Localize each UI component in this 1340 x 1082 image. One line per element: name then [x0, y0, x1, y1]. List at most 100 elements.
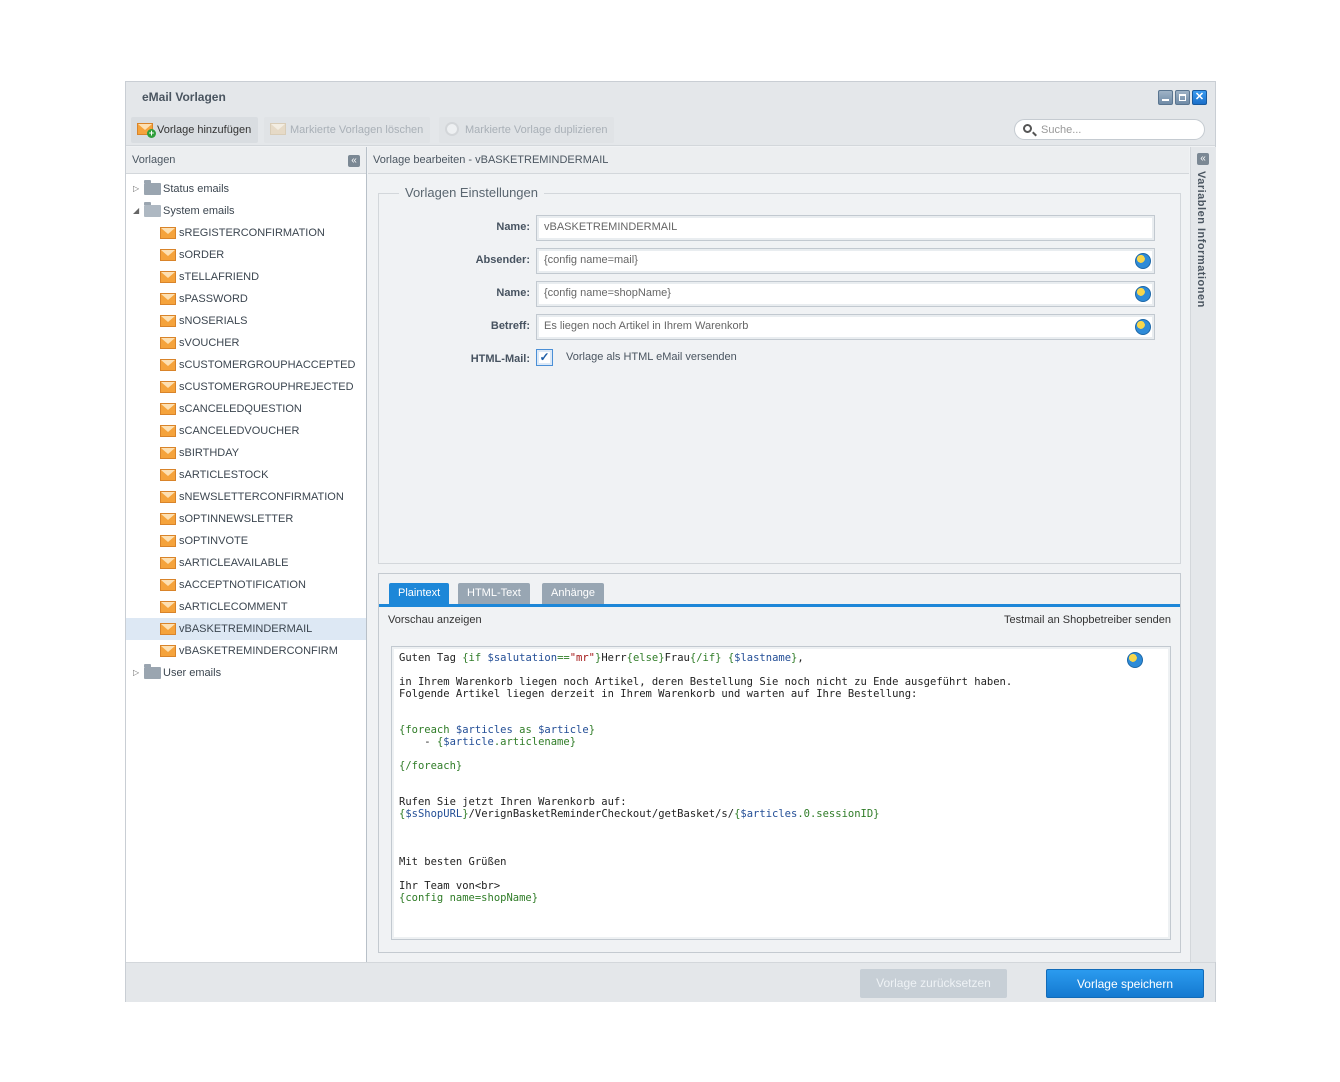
tree-item-template[interactable]: sBIRTHDAY: [126, 442, 366, 464]
variables-info-panel[interactable]: « Variablen Informationen: [1190, 147, 1216, 962]
tab-strip: Plaintext HTML-Text Anhänge: [379, 574, 1180, 607]
tree-item-template[interactable]: sARTICLESTOCK: [126, 464, 366, 486]
tree-item-template[interactable]: vBASKETREMINDERCONFIRM: [126, 640, 366, 662]
html-mail-checkbox[interactable]: ✓: [536, 349, 553, 366]
name-field[interactable]: [536, 215, 1155, 241]
code-line: Mit besten Grüßen: [399, 856, 507, 868]
duplicate-template-button[interactable]: Markierte Vorlage duplizieren: [439, 117, 615, 143]
mail-icon: [160, 579, 176, 591]
preview-button[interactable]: Vorschau anzeigen: [388, 607, 482, 633]
templates-tree-panel: Vorlagen « ▷ Status emails ◢ System emai…: [126, 147, 367, 962]
mail-icon: [160, 447, 176, 459]
sender-name-input[interactable]: [544, 287, 1124, 299]
tree-item-template[interactable]: sNOSERIALS: [126, 310, 366, 332]
tab-html-text[interactable]: HTML-Text: [458, 583, 530, 604]
maximize-icon[interactable]: [1175, 90, 1190, 105]
expand-right-icon[interactable]: «: [1197, 153, 1209, 165]
tree-item-template[interactable]: sCUSTOMERGROUPHACCEPTED: [126, 354, 366, 376]
email-templates-window: eMail Vorlagen ✕ + Vorlage hinzufügen Ma…: [125, 81, 1216, 1002]
tree-item-template[interactable]: sNEWSLETTERCONFIRMATION: [126, 486, 366, 508]
tree-item-label: sCUSTOMERGROUPHREJECTED: [179, 381, 354, 393]
mail-icon: [160, 491, 176, 503]
mail-icon: [160, 271, 176, 283]
tree-item-template[interactable]: vBASKETREMINDERMAIL: [126, 618, 366, 640]
tab-attachments[interactable]: Anhänge: [542, 583, 605, 604]
tree-item-template[interactable]: sCANCELEDQUESTION: [126, 398, 366, 420]
expand-arrow-icon[interactable]: ▷: [133, 662, 139, 684]
tree-panel-title: Vorlagen: [132, 154, 176, 166]
tree-folder-status[interactable]: ▷ Status emails: [126, 178, 366, 200]
search-input[interactable]: [1041, 122, 1191, 137]
tree-item-label: sARTICLESTOCK: [179, 469, 269, 481]
code-line: {foreach $articles as $article}: [399, 724, 596, 736]
tree-item-template[interactable]: sTELLAFRIEND: [126, 266, 366, 288]
settings-legend: Vorlagen Einstellungen: [399, 185, 544, 200]
mail-icon: [160, 381, 176, 393]
subject-input[interactable]: [544, 320, 1124, 332]
tree-item-template[interactable]: sREGISTERCONFIRMATION: [126, 222, 366, 244]
tree-folder-label: User emails: [163, 667, 222, 679]
duplicate-icon: [445, 122, 459, 136]
mail-icon: [160, 469, 176, 481]
code-line: Folgende Artikel liegen derzeit in Ihrem…: [399, 688, 918, 700]
edit-panel-header: Vorlage bearbeiten - vBASKETREMINDERMAIL: [368, 147, 1189, 174]
tree-folder-system[interactable]: ◢ System emails: [126, 200, 366, 222]
send-testmail-button[interactable]: Testmail an Shopbetreiber senden: [1004, 607, 1171, 633]
tree-item-template[interactable]: sOPTINVOTE: [126, 530, 366, 552]
translation-globe-icon[interactable]: [1135, 286, 1151, 302]
tree-item-label: sCUSTOMERGROUPHACCEPTED: [179, 359, 356, 371]
mail-icon: [160, 315, 176, 327]
tree-item-template[interactable]: sPASSWORD: [126, 288, 366, 310]
plaintext-code[interactable]: Guten Tag {if $salutation=="mr"}Herr{els…: [399, 652, 1012, 904]
collapse-left-icon[interactable]: «: [348, 155, 360, 167]
tree-item-template[interactable]: sARTICLECOMMENT: [126, 596, 366, 618]
window-controls: ✕: [1158, 90, 1207, 105]
tree-item-template[interactable]: sORDER: [126, 244, 366, 266]
expand-arrow-icon[interactable]: ▷: [133, 178, 139, 200]
tree-folder-user[interactable]: ▷ User emails: [126, 662, 366, 684]
tree-item-template[interactable]: sARTICLEAVAILABLE: [126, 552, 366, 574]
sender-field[interactable]: [536, 248, 1155, 274]
sender-name-field[interactable]: [536, 281, 1155, 307]
close-icon[interactable]: ✕: [1192, 90, 1207, 105]
tree-item-template[interactable]: sVOUCHER: [126, 332, 366, 354]
content-tab-panel: Plaintext HTML-Text Anhänge Vorschau anz…: [378, 573, 1181, 953]
mail-icon: [160, 227, 176, 239]
subject-field[interactable]: [536, 314, 1155, 340]
mail-icon: [160, 425, 176, 437]
tab-toolbar: Vorschau anzeigen Testmail an Shopbetrei…: [379, 607, 1180, 633]
sender-row: Absender:: [379, 248, 1180, 274]
add-template-button[interactable]: + Vorlage hinzufügen: [131, 117, 259, 143]
toolbar: + Vorlage hinzufügen Markierte Vorlagen …: [126, 114, 1215, 146]
translation-globe-icon[interactable]: [1127, 652, 1143, 668]
tree-item-template[interactable]: sCANCELEDVOUCHER: [126, 420, 366, 442]
name-input[interactable]: [544, 221, 1124, 233]
minimize-icon[interactable]: [1158, 90, 1173, 105]
translation-globe-icon[interactable]: [1135, 319, 1151, 335]
window-titlebar[interactable]: eMail Vorlagen ✕: [126, 82, 1215, 114]
delete-templates-button[interactable]: Markierte Vorlagen löschen: [264, 117, 431, 143]
tab-plaintext[interactable]: Plaintext: [389, 583, 450, 604]
reset-template-button[interactable]: Vorlage zurücksetzen: [860, 969, 1007, 998]
code-line: - {$article.articlename}: [399, 736, 577, 748]
translation-globe-icon[interactable]: [1135, 253, 1151, 269]
tree-item-template[interactable]: sOPTINNEWSLETTER: [126, 508, 366, 530]
sender-name-row: Name:: [379, 281, 1180, 307]
tree-item-label: sREGISTERCONFIRMATION: [179, 227, 325, 239]
tree-item-label: sTELLAFRIEND: [179, 271, 260, 283]
mail-icon: [160, 645, 176, 657]
tree-item-template[interactable]: sACCEPTNOTIFICATION: [126, 574, 366, 596]
save-template-button[interactable]: Vorlage speichern: [1046, 969, 1204, 998]
collapse-arrow-icon[interactable]: ◢: [133, 200, 139, 222]
sender-input[interactable]: [544, 254, 1124, 266]
tree-item-template[interactable]: sCUSTOMERGROUPHREJECTED: [126, 376, 366, 398]
system-emails-list: sREGISTERCONFIRMATION sORDER sTELLAFRIEND s…: [126, 222, 366, 662]
tree-item-label: vBASKETREMINDERCONFIRM: [179, 645, 338, 657]
name-label: Name:: [496, 221, 530, 233]
plaintext-editor[interactable]: Guten Tag {if $salutation=="mr"}Herr{els…: [391, 646, 1171, 940]
